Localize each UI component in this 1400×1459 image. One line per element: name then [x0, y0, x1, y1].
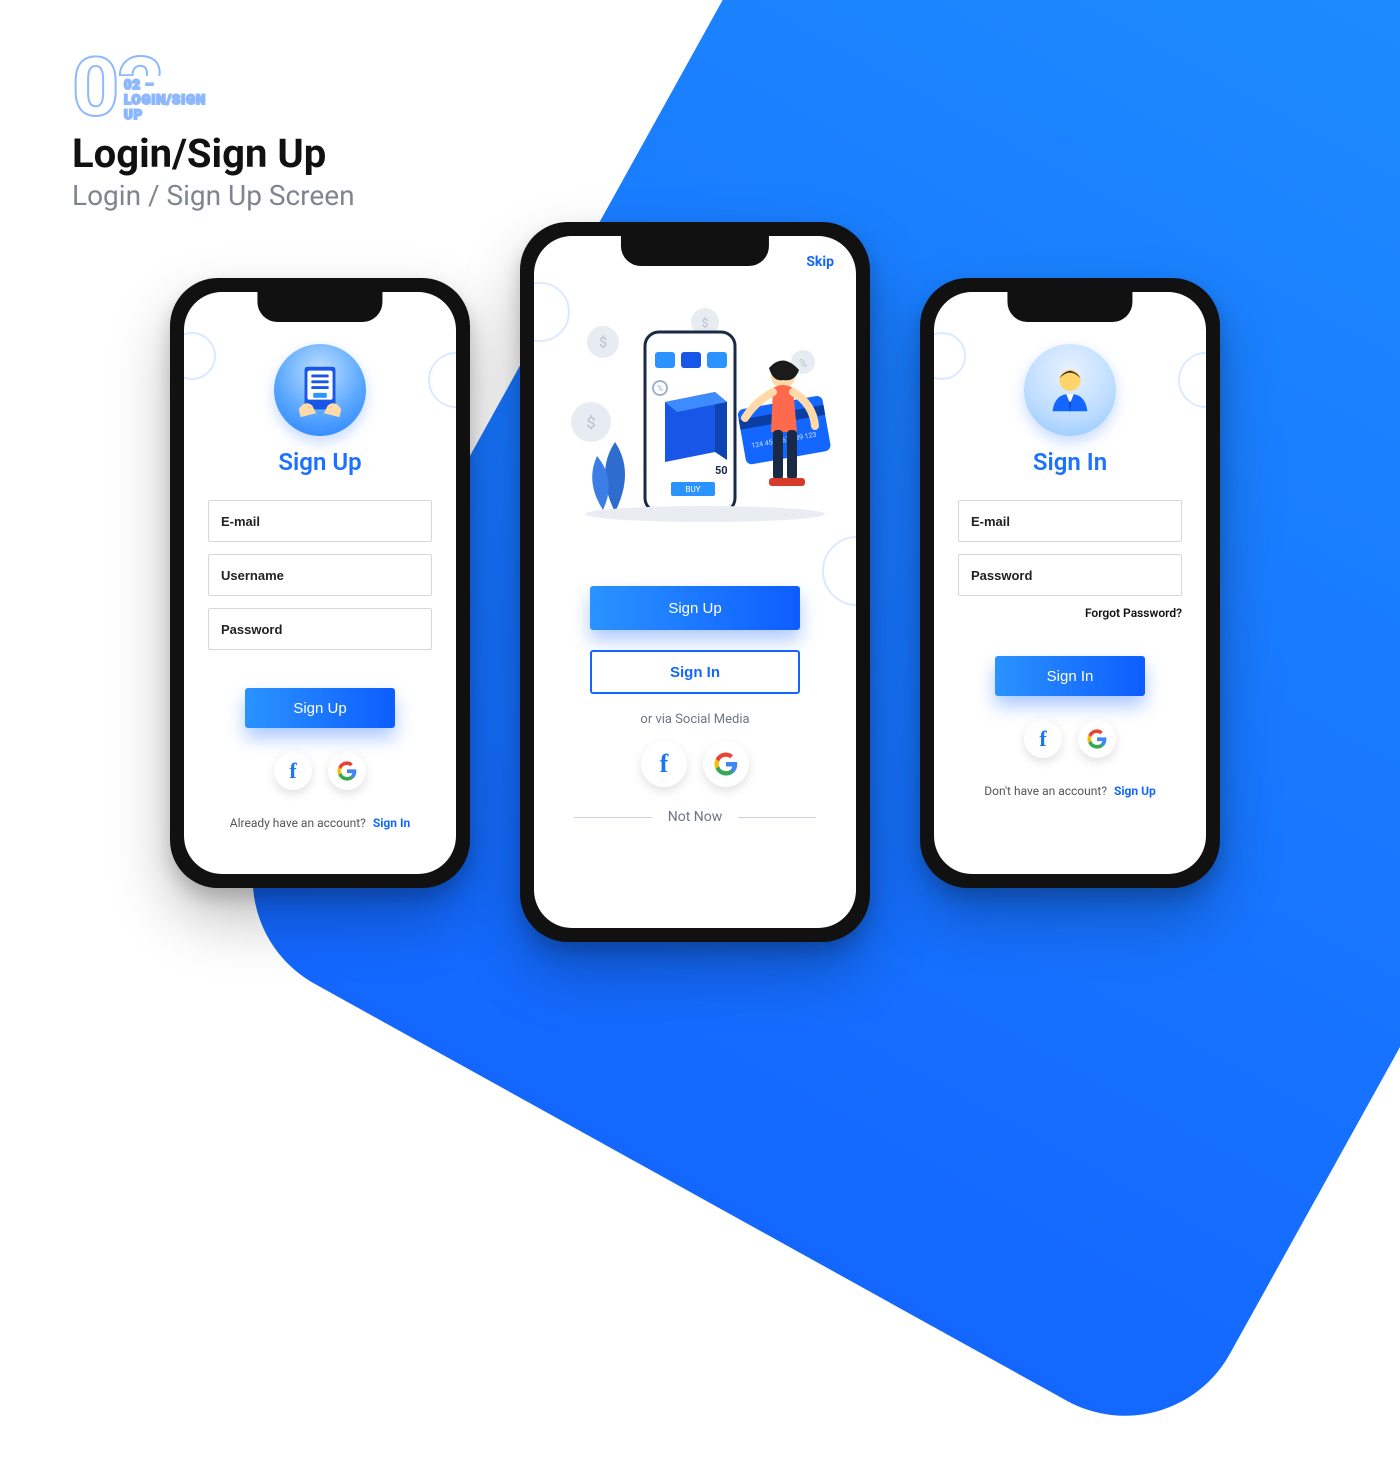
divider: [738, 817, 816, 818]
facebook-button[interactable]: f: [274, 752, 312, 790]
go-signin-link[interactable]: Sign In: [373, 816, 410, 830]
notch: [621, 236, 769, 266]
signup-phone-frame: Sign Up Sign Up f: [170, 278, 470, 888]
signin-illustration-icon: [1024, 344, 1116, 436]
notch: [1007, 292, 1132, 322]
facebook-icon: f: [289, 758, 296, 784]
signup-button[interactable]: Sign Up: [245, 688, 395, 728]
svg-text:$: $: [587, 413, 596, 432]
landing-phone-frame: Skip $ $ $ % %: [520, 222, 870, 942]
forgot-password-link[interactable]: Forgot Password?: [934, 606, 1182, 620]
user-avatar-icon: [1041, 361, 1099, 419]
svg-text:50: 50: [715, 464, 728, 477]
google-button[interactable]: [1078, 720, 1116, 758]
signin-phone-frame: Sign In Forgot Password? Sign In f: [920, 278, 1220, 888]
email-field[interactable]: [208, 500, 432, 542]
tablet-register-icon: [291, 361, 349, 419]
facebook-icon: f: [660, 749, 669, 779]
go-signup-link[interactable]: Sign Up: [1114, 784, 1156, 798]
signin-title: Sign In: [1033, 448, 1107, 476]
signin-button[interactable]: Sign In: [995, 656, 1145, 696]
landing-signup-button[interactable]: Sign Up: [590, 586, 800, 630]
facebook-icon: f: [1039, 726, 1046, 752]
svg-text:%: %: [799, 357, 807, 370]
email-field[interactable]: [958, 500, 1182, 542]
svg-text:$: $: [702, 316, 709, 330]
signup-screen: Sign Up Sign Up f: [184, 292, 456, 874]
facebook-button[interactable]: f: [641, 741, 687, 787]
landing-signin-button[interactable]: Sign In: [590, 650, 800, 694]
google-icon: [1087, 729, 1107, 749]
username-field[interactable]: [208, 554, 432, 596]
notch: [257, 292, 382, 322]
signin-form: [958, 500, 1182, 608]
decor-bubble: [822, 536, 856, 606]
signin-screen: Sign In Forgot Password? Sign In f: [934, 292, 1206, 874]
svg-text:%: %: [657, 384, 663, 393]
svg-text:BUY: BUY: [686, 485, 701, 494]
landing-screen: Skip $ $ $ % %: [534, 236, 856, 928]
google-icon: [714, 752, 738, 776]
google-button[interactable]: [703, 741, 749, 787]
google-icon: [337, 761, 357, 781]
password-field[interactable]: [958, 554, 1182, 596]
facebook-button[interactable]: f: [1024, 720, 1062, 758]
social-caption: or via Social Media: [534, 712, 856, 727]
signup-title: Sign Up: [278, 448, 361, 476]
not-now-link[interactable]: Not Now: [668, 809, 723, 825]
onboarding-illustration: $ $ $ % % 50: [555, 292, 835, 522]
divider: [574, 817, 652, 818]
shopping-illustration-icon: $ $ $ % % 50: [555, 292, 835, 522]
signup-footer: Already have an account? Sign In: [184, 816, 456, 830]
signin-footer: Don't have an account? Sign Up: [934, 784, 1206, 798]
signup-illustration-icon: [274, 344, 366, 436]
password-field[interactable]: [208, 608, 432, 650]
signup-form: [208, 500, 432, 662]
svg-text:$: $: [599, 334, 607, 351]
skip-link[interactable]: Skip: [806, 254, 834, 270]
google-button[interactable]: [328, 752, 366, 790]
